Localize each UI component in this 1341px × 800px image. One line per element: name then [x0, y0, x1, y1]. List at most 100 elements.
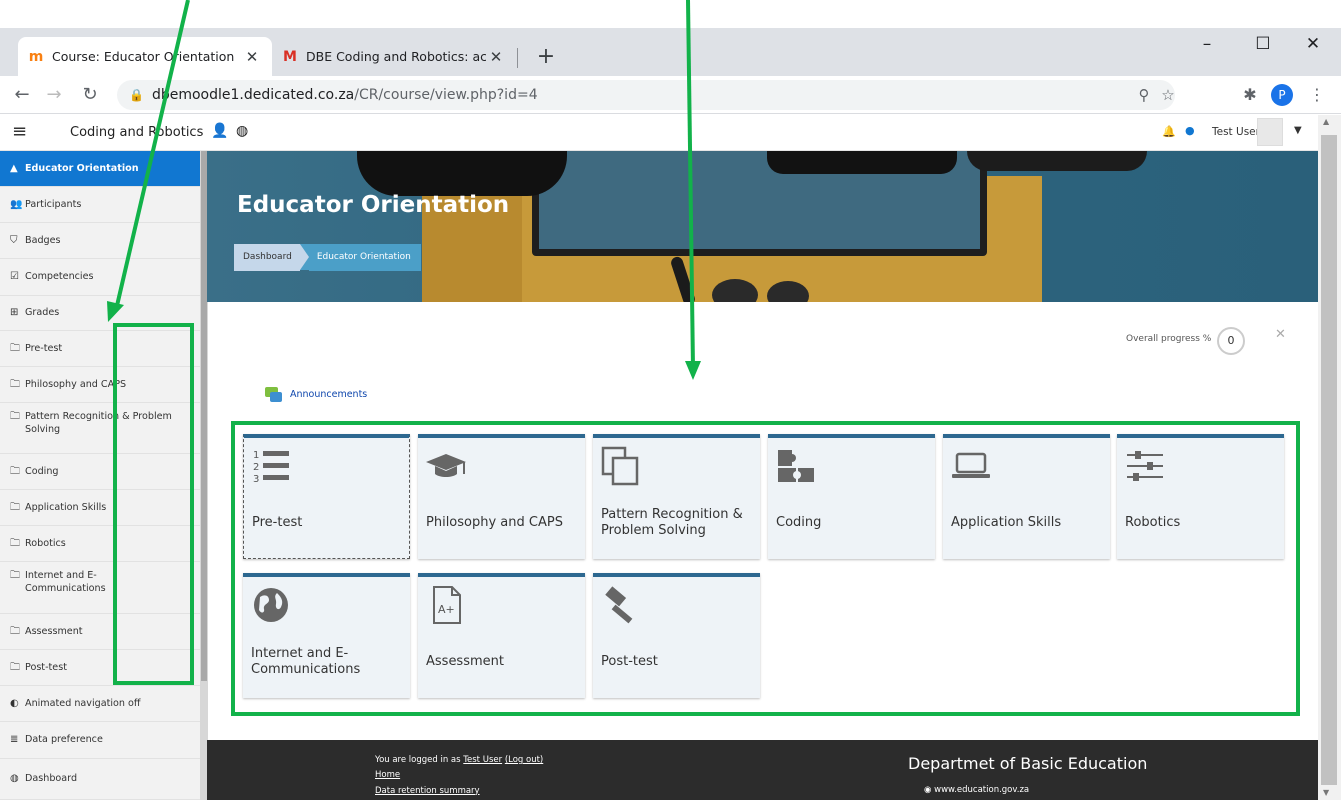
url-path: /CR/course/view.php?id=4	[354, 87, 538, 103]
site-name[interactable]: Coding and Robotics	[70, 125, 203, 140]
tab-gmail[interactable]: M DBE Coding and Robotics: accou ✕	[272, 37, 516, 76]
progress-value: 0	[1217, 327, 1245, 355]
user-icon[interactable]: 👤	[211, 123, 228, 139]
drawer-item-label: Post-test	[25, 661, 67, 673]
scroll-down-icon[interactable]: ▼	[1323, 788, 1329, 797]
drawer-item-label: Grades	[25, 307, 60, 319]
drawer-item-label: Educator Orientation	[25, 162, 139, 174]
url-field[interactable]: 🔒 dbemoodle1.dedicated.co.za/CR/course/v…	[117, 80, 1175, 110]
drawer-item-label: Pre-test	[25, 342, 63, 354]
drawer-item-label: Coding	[25, 465, 59, 477]
drawer-item-label: Animated navigation off	[25, 697, 141, 709]
chevron-down-icon[interactable]: ▼	[1294, 125, 1302, 136]
drawer-item-label: Participants	[25, 198, 82, 210]
new-tab-button[interactable]: +	[531, 43, 561, 73]
drawer-item-label: Competencies	[25, 271, 94, 283]
annotation-box-tiles	[231, 421, 1300, 716]
reload-button[interactable]: ↻	[76, 81, 104, 109]
table-icon: ⊞	[10, 307, 19, 318]
extensions-icon[interactable]: ✱	[1236, 81, 1264, 109]
page-title: Educator Orientation	[237, 192, 510, 218]
folder-icon: 🗀	[10, 625, 20, 637]
url-host: dbemoodle1.dedicated.co.za	[151, 87, 355, 103]
page-scrollbar-thumb[interactable]	[1321, 135, 1337, 785]
home-link[interactable]: Home	[375, 770, 400, 780]
drawer-item-label: Robotics	[25, 537, 66, 549]
profile-avatar[interactable]: P	[1271, 84, 1293, 106]
tab-title: DBE Coding and Robotics: accou	[306, 49, 486, 64]
scroll-up-icon[interactable]: ▲	[1323, 117, 1329, 126]
gmail-icon: M	[283, 48, 297, 65]
dashboard-icon: ◍	[10, 773, 19, 784]
menu-icon[interactable]: ⋮	[1303, 81, 1331, 109]
shield-icon: ⛉	[10, 234, 18, 246]
breadcrumb: Dashboard Educator Orientation	[234, 244, 421, 271]
breadcrumb-separator	[299, 244, 309, 270]
moodle-navbar: ≡ Coding and Robotics 👤 ◍ 🔔 ● Test User …	[0, 115, 1318, 151]
bell-icon[interactable]: 🔔	[1162, 125, 1176, 138]
close-icon[interactable]: ✕	[242, 48, 262, 66]
folder-icon: 🗀	[10, 501, 20, 513]
close-icon[interactable]: ✕	[1275, 327, 1286, 342]
graduation-cap-icon: ▲	[10, 162, 18, 174]
folder-icon: 🗀	[10, 411, 20, 422]
lock-icon: 🔒	[129, 88, 144, 102]
drawer-item-dashboard[interactable]: ◍ Dashboard	[0, 759, 200, 800]
forward-button[interactable]: →	[40, 81, 68, 109]
data-retention-link[interactable]: Data retention summary	[375, 786, 480, 796]
toggle-icon: ◐	[10, 697, 19, 709]
drawer-item-label: Philosophy and CAPS	[25, 378, 127, 390]
folder-icon: 🗀	[10, 465, 20, 477]
folder-icon: 🗀	[10, 378, 20, 390]
website-link[interactable]: www.education.gov.za	[934, 785, 1029, 795]
drawer-item-participants[interactable]: 👥 Participants	[0, 187, 200, 223]
close-icon[interactable]: ✕	[486, 48, 506, 66]
forum-icon	[265, 387, 282, 402]
drawer-item-label: Data preference	[25, 734, 103, 746]
annotation-box-sidebar	[113, 323, 194, 685]
course-header-banner: Educator Orientation Dashboard Educator …	[207, 151, 1318, 302]
drawer-item-label: Application Skills	[25, 501, 107, 513]
address-bar: ← → ↻ 🔒 dbemoodle1.dedicated.co.za/CR/co…	[0, 76, 1341, 114]
breadcrumb-current[interactable]: Educator Orientation	[308, 244, 421, 271]
avatar[interactable]	[1257, 118, 1283, 146]
user-link[interactable]: Test User	[463, 755, 502, 765]
drawer-item-label: Dashboard	[25, 773, 78, 785]
moodle-icon: m	[28, 48, 44, 65]
tab-title: Course: Educator Orientation	[52, 49, 235, 64]
chat-icon[interactable]: ●	[1185, 124, 1195, 137]
logged-in-label: You are logged in as	[375, 755, 461, 765]
star-icon[interactable]: ☆	[1155, 80, 1181, 110]
database-icon: ≣	[10, 734, 19, 745]
announcements-link[interactable]: Announcements	[265, 387, 367, 402]
tab-course[interactable]: m Course: Educator Orientation ✕	[18, 37, 272, 76]
hamburger-icon[interactable]: ≡	[12, 121, 27, 142]
folder-icon: 🗀	[10, 537, 20, 549]
minimize-button[interactable]: –	[1184, 30, 1230, 60]
breadcrumb-dashboard[interactable]: Dashboard	[234, 244, 300, 271]
drawer-item-animated-navigation[interactable]: ◐ Animated navigation off	[0, 686, 200, 722]
org-name: Departmet of Basic Education	[908, 754, 1148, 773]
drawer-item-data-preference[interactable]: ≣ Data preference	[0, 722, 200, 759]
back-button[interactable]: ←	[8, 81, 36, 109]
browser-tab-bar: m Course: Educator Orientation ✕ M DBE C…	[0, 28, 1341, 76]
tab-separator	[517, 48, 518, 68]
folder-icon: 🗀	[10, 661, 20, 673]
drawer-item-educator-orientation[interactable]: ▲ Educator Orientation	[0, 151, 200, 187]
folder-icon: 🗀	[10, 342, 20, 354]
logout-link[interactable]: (Log out)	[505, 755, 543, 765]
drawer-item-label: Badges	[25, 234, 61, 246]
zoom-icon[interactable]: ⚲	[1131, 80, 1157, 110]
drawer-item-badges[interactable]: ⛉ Badges	[0, 223, 200, 259]
progress-label: Overall progress %	[1126, 334, 1212, 344]
close-window-button[interactable]: ✕	[1290, 30, 1336, 60]
dashboard-icon[interactable]: ◍	[236, 123, 248, 139]
folder-icon: 🗀	[10, 570, 20, 581]
checkbox-icon: ☑	[10, 271, 19, 282]
drawer-item-label: Assessment	[25, 625, 83, 637]
maximize-button[interactable]: ☐	[1240, 30, 1286, 60]
announcements-label: Announcements	[290, 389, 368, 400]
user-name[interactable]: Test User	[1212, 126, 1260, 138]
page-footer: You are logged in as Test User (Log out)…	[207, 740, 1318, 800]
drawer-item-competencies[interactable]: ☑ Competencies	[0, 259, 200, 296]
